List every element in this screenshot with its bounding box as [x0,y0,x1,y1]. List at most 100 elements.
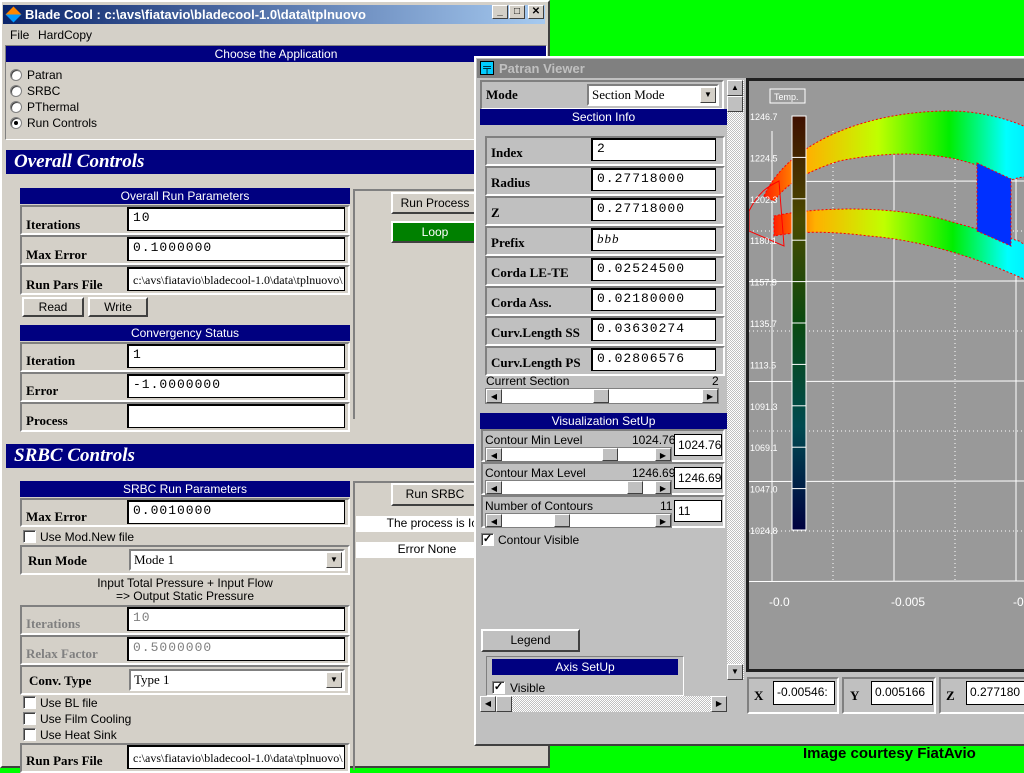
arrow-right-icon[interactable]: ▶ [711,696,727,712]
contour-min-slider[interactable]: ◀ ▶ [485,447,672,462]
num-contours-slider[interactable]: ◀ ▶ [485,513,672,528]
menu-file[interactable]: File [10,28,29,42]
run-mode-select[interactable]: Mode 1 ▼ [129,549,345,571]
run-process-button[interactable]: Run Process [391,192,479,214]
read-button[interactable]: Read [22,297,84,317]
use-bl-checkbox[interactable] [23,696,36,709]
write-button[interactable]: Write [88,297,148,317]
conv-type-label: Conv. Type [29,673,92,688]
arrow-right-icon[interactable]: ▶ [655,514,671,527]
slider-thumb[interactable] [627,481,643,494]
num-contours-label: Number of Contours [485,499,594,513]
run-pars-input[interactable]: c:\avs\fiatavio\bladecool-1.0\data\tplnu… [127,267,345,291]
loop-button[interactable]: Loop [391,221,479,243]
arrow-left-icon[interactable]: ◀ [486,448,502,461]
mode-description-line2: => Output Static Pressure [115,589,255,603]
run-srbc-button[interactable]: Run SRBC [391,483,479,506]
section-field-input[interactable]: 2 [591,138,716,161]
section-field-label: Curv.Length PS [491,355,581,370]
axis-visible-checkbox[interactable]: ✓ [492,681,505,694]
arrow-up-icon[interactable]: ▲ [727,80,743,96]
chevron-down-icon[interactable]: ▼ [326,552,342,568]
section-field-input[interactable]: 0.03630274 [591,318,716,341]
use-bl-label[interactable]: Use BL file [40,696,98,710]
radio-run-controls-label[interactable]: Run Controls [27,116,97,130]
scroll-thumb[interactable] [496,696,512,712]
axis-visible-label[interactable]: Visible [510,681,545,695]
contour-visible-label[interactable]: Contour Visible [498,533,579,547]
radio-patran-label[interactable]: Patran [27,68,62,82]
contour-min-input[interactable]: 1024.76 [674,434,722,456]
relax-factor-label: Relax Factor [26,646,98,661]
menu-hardcopy[interactable]: HardCopy [38,28,92,42]
srbc-run-pars-input[interactable]: c:\avs\fiatavio\bladecool-1.0\data\tplnu… [127,745,345,769]
arrow-left-icon[interactable]: ◀ [486,514,502,527]
section-field-input[interactable]: 0.02524500 [591,258,716,281]
use-heat-sink-checkbox[interactable] [23,728,36,741]
use-film-cooling-label[interactable]: Use Film Cooling [40,712,131,726]
arrow-right-icon[interactable]: ▶ [702,389,718,403]
contour-max-slider[interactable]: ◀ ▶ [485,480,672,495]
arrow-down-icon[interactable]: ▼ [727,664,743,680]
viewer-title-bar[interactable]: ╤ Patran Viewer [477,59,1024,78]
horizontal-scrollbar[interactable]: ◀ ▶ [480,696,727,712]
srbc-max-error-input[interactable]: 0.0010000 [127,500,345,524]
run-mode-value: Mode 1 [134,552,175,567]
radio-srbc-label[interactable]: SRBC [27,84,60,98]
grid-line-major [749,280,1024,282]
section-field-input[interactable]: bbb [591,228,716,251]
minimize-button[interactable]: _ [492,5,508,19]
srbc-params-header: SRBC Run Parameters [20,481,350,497]
use-film-cooling-checkbox[interactable] [23,712,36,725]
image-credit: Image courtesy FiatAvio [803,745,976,762]
slider-thumb[interactable] [593,389,609,403]
section-field-input[interactable]: 0.02806576 [591,348,716,371]
use-heat-sink-label[interactable]: Use Heat Sink [40,728,117,742]
colorbar-tick-label: 1202.3 [750,195,778,205]
current-section-slider[interactable]: ◀ ▶ [485,388,719,404]
radio-patran[interactable] [10,69,22,81]
arrow-right-icon[interactable]: ▶ [655,481,671,494]
arrow-left-icon[interactable]: ◀ [486,481,502,494]
max-error-input[interactable]: 0.1000000 [127,237,345,261]
use-mod-new-label[interactable]: Use Mod.New file [40,530,134,544]
srbc-status-text: The process is Io [356,516,478,532]
arrow-left-icon[interactable]: ◀ [480,696,496,712]
close-button[interactable]: ✕ [528,5,544,19]
num-contours-input[interactable]: 11 [674,500,722,522]
relax-factor-input: 0.5000000 [127,637,345,661]
3d-viewport[interactable]: 1246.7 1224.5 1202.3 1180.1 1157.9 1135.7 1113… [746,78,1024,672]
radio-run-controls[interactable] [10,117,22,129]
choose-app-header: Choose the Application [6,46,546,62]
chevron-down-icon[interactable]: ▼ [700,87,716,103]
section-field-input[interactable]: 0.27718000 [591,198,716,221]
conv-type-select[interactable]: Type 1 ▼ [129,669,345,691]
maximize-button[interactable]: □ [509,5,525,19]
slider-thumb[interactable] [602,448,618,461]
vertical-scrollbar[interactable]: ▲ ▼ [727,80,744,680]
mode-select[interactable]: Section Mode ▼ [587,84,719,106]
iterations-input[interactable]: 10 [127,207,345,231]
arrow-left-icon[interactable]: ◀ [486,389,502,403]
legend-title: Temp. [774,92,799,102]
contour-max-input[interactable]: 1246.69 [674,467,722,489]
section-field-label: Index [491,145,523,160]
section-field-input[interactable]: 0.02180000 [591,288,716,311]
mode-label: Mode [486,87,518,102]
chevron-down-icon[interactable]: ▼ [326,672,342,688]
current-section-value: 2 [712,374,719,388]
use-mod-new-checkbox[interactable] [23,530,36,543]
radio-srbc[interactable] [10,85,22,97]
main-title-bar[interactable]: Blade Cool : c:\avs\fiatavio\bladecool-1… [3,5,545,24]
legend-button[interactable]: Legend [481,629,580,652]
max-error-label: Max Error [26,247,87,262]
scroll-thumb[interactable] [727,96,743,112]
grid-line-major [749,380,1024,382]
section-field-input[interactable]: 0.27718000 [591,168,716,191]
arrow-right-icon[interactable]: ▶ [655,448,671,461]
iterations-label: Iterations [26,217,81,232]
contour-visible-checkbox[interactable]: ✓ [481,533,494,546]
radio-pthermal-label[interactable]: PThermal [27,100,79,114]
radio-pthermal[interactable] [10,101,22,113]
slider-thumb[interactable] [554,514,570,527]
